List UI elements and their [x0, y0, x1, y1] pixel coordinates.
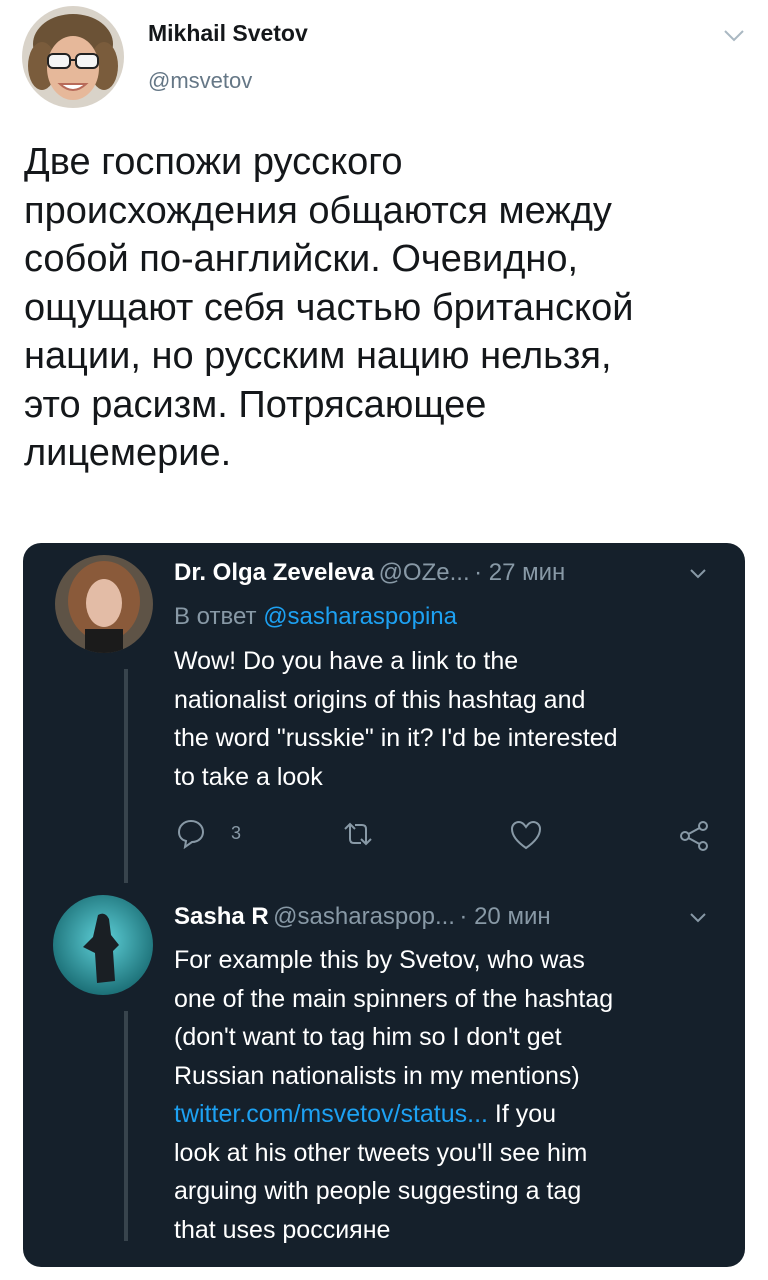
- reply-to-handle[interactable]: @sasharaspopina: [263, 603, 457, 630]
- author-avatar[interactable]: [22, 6, 124, 108]
- retweet-icon[interactable]: [341, 819, 375, 849]
- sasha-avatar[interactable]: [53, 895, 153, 995]
- reply2-text-before: For example this by Svetov, who was one …: [174, 946, 614, 1090]
- reply2-text: For example this by Svetov, who was one …: [174, 941, 734, 1249]
- chevron-down-icon[interactable]: [722, 28, 746, 44]
- thread-line: [124, 669, 128, 883]
- tweet-text: Две госпожи русского происхождения общаю…: [24, 141, 634, 474]
- reply2-header: Sasha R @sasharaspop... · 20 мин: [174, 903, 551, 931]
- reply1-time: · 27 мин: [474, 559, 566, 586]
- tweet-link[interactable]: twitter.com/msvetov/status...: [174, 1100, 488, 1128]
- reply2-name[interactable]: Sasha R: [174, 903, 269, 930]
- reply-prefix: В ответ: [174, 603, 257, 630]
- reply1-name[interactable]: Dr. Olga Zeveleva: [174, 559, 374, 586]
- author-handle[interactable]: @msvetov: [148, 68, 252, 94]
- chevron-down-icon[interactable]: [689, 567, 707, 579]
- reply-icon[interactable]: [175, 817, 207, 850]
- reply1-handle[interactable]: @OZe...: [379, 559, 470, 586]
- like-icon[interactable]: [509, 819, 543, 851]
- author-name[interactable]: Mikhail Svetov: [148, 20, 308, 47]
- reply2-handle[interactable]: @sasharaspop...: [273, 903, 455, 930]
- olga-avatar[interactable]: [55, 555, 153, 653]
- reply1-replying-to: В ответ @sasharaspopina: [174, 603, 457, 631]
- thread-line: [124, 1011, 128, 1241]
- share-icon[interactable]: [677, 819, 711, 853]
- reply2-time: · 20 мин: [459, 903, 551, 930]
- reply1-text: Wow! Do you have a link to the nationali…: [174, 647, 618, 791]
- reply1-header: Dr. Olga Zeveleva @OZe... · 27 мин: [174, 559, 565, 587]
- chevron-down-icon[interactable]: [689, 911, 707, 923]
- quoted-thread-card: Dr. Olga Zeveleva @OZe... · 27 мин В отв…: [23, 543, 745, 1267]
- reply-count: 3: [231, 823, 242, 843]
